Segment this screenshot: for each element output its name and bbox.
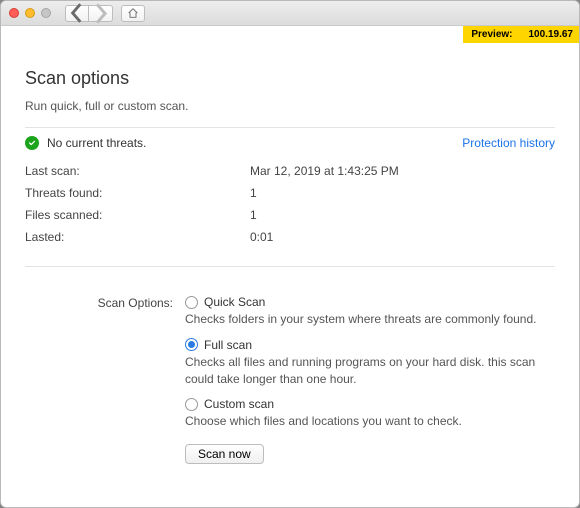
detail-value: Mar 12, 2019 at 1:43:25 PM bbox=[250, 164, 399, 178]
maximize-icon bbox=[41, 8, 51, 18]
detail-key: Lasted: bbox=[25, 230, 250, 244]
radio-label: Custom scan bbox=[204, 397, 274, 411]
chevron-right-icon bbox=[89, 2, 112, 25]
chevron-left-icon bbox=[66, 2, 88, 24]
detail-row: Last scan: Mar 12, 2019 at 1:43:25 PM bbox=[25, 160, 555, 182]
detail-row: Files scanned: 1 bbox=[25, 204, 555, 226]
detail-key: Threats found: bbox=[25, 186, 250, 200]
detail-value: 0:01 bbox=[250, 230, 273, 244]
detail-row: Threats found: 1 bbox=[25, 182, 555, 204]
radio-icon bbox=[185, 296, 198, 309]
divider bbox=[25, 266, 555, 267]
radio-icon bbox=[185, 398, 198, 411]
preview-label: Preview: bbox=[471, 29, 512, 40]
forward-button[interactable] bbox=[89, 5, 113, 22]
detail-key: Last scan: bbox=[25, 164, 250, 178]
protection-history-link[interactable]: Protection history bbox=[462, 136, 555, 150]
radio-label: Full scan bbox=[204, 338, 252, 352]
scan-now-button[interactable]: Scan now bbox=[185, 444, 264, 464]
window-controls bbox=[9, 8, 51, 18]
radio-custom-scan[interactable]: Custom scan bbox=[185, 397, 555, 411]
radio-icon bbox=[185, 338, 198, 351]
radio-quick-scan[interactable]: Quick Scan bbox=[185, 295, 555, 309]
home-icon bbox=[127, 7, 139, 19]
check-icon bbox=[25, 136, 39, 150]
close-icon[interactable] bbox=[9, 8, 19, 18]
titlebar bbox=[1, 1, 579, 26]
option-description: Checks all files and running programs on… bbox=[185, 354, 545, 388]
minimize-icon[interactable] bbox=[25, 8, 35, 18]
detail-value: 1 bbox=[250, 186, 257, 200]
preview-version: 100.19.67 bbox=[529, 29, 574, 40]
scan-options-label: Scan Options: bbox=[25, 295, 185, 464]
radio-label: Quick Scan bbox=[204, 295, 265, 309]
detail-value: 1 bbox=[250, 208, 257, 222]
page-title: Scan options bbox=[25, 68, 555, 89]
detail-row: Lasted: 0:01 bbox=[25, 226, 555, 248]
preview-banner: Preview: 100.19.67 bbox=[463, 26, 579, 43]
option-description: Checks folders in your system where thre… bbox=[185, 311, 545, 328]
detail-key: Files scanned: bbox=[25, 208, 250, 222]
back-button[interactable] bbox=[65, 5, 89, 22]
page-subtitle: Run quick, full or custom scan. bbox=[25, 99, 555, 113]
status-message: No current threats. bbox=[47, 136, 462, 150]
home-button[interactable] bbox=[121, 5, 145, 22]
option-description: Choose which files and locations you wan… bbox=[185, 413, 545, 430]
radio-full-scan[interactable]: Full scan bbox=[185, 338, 555, 352]
